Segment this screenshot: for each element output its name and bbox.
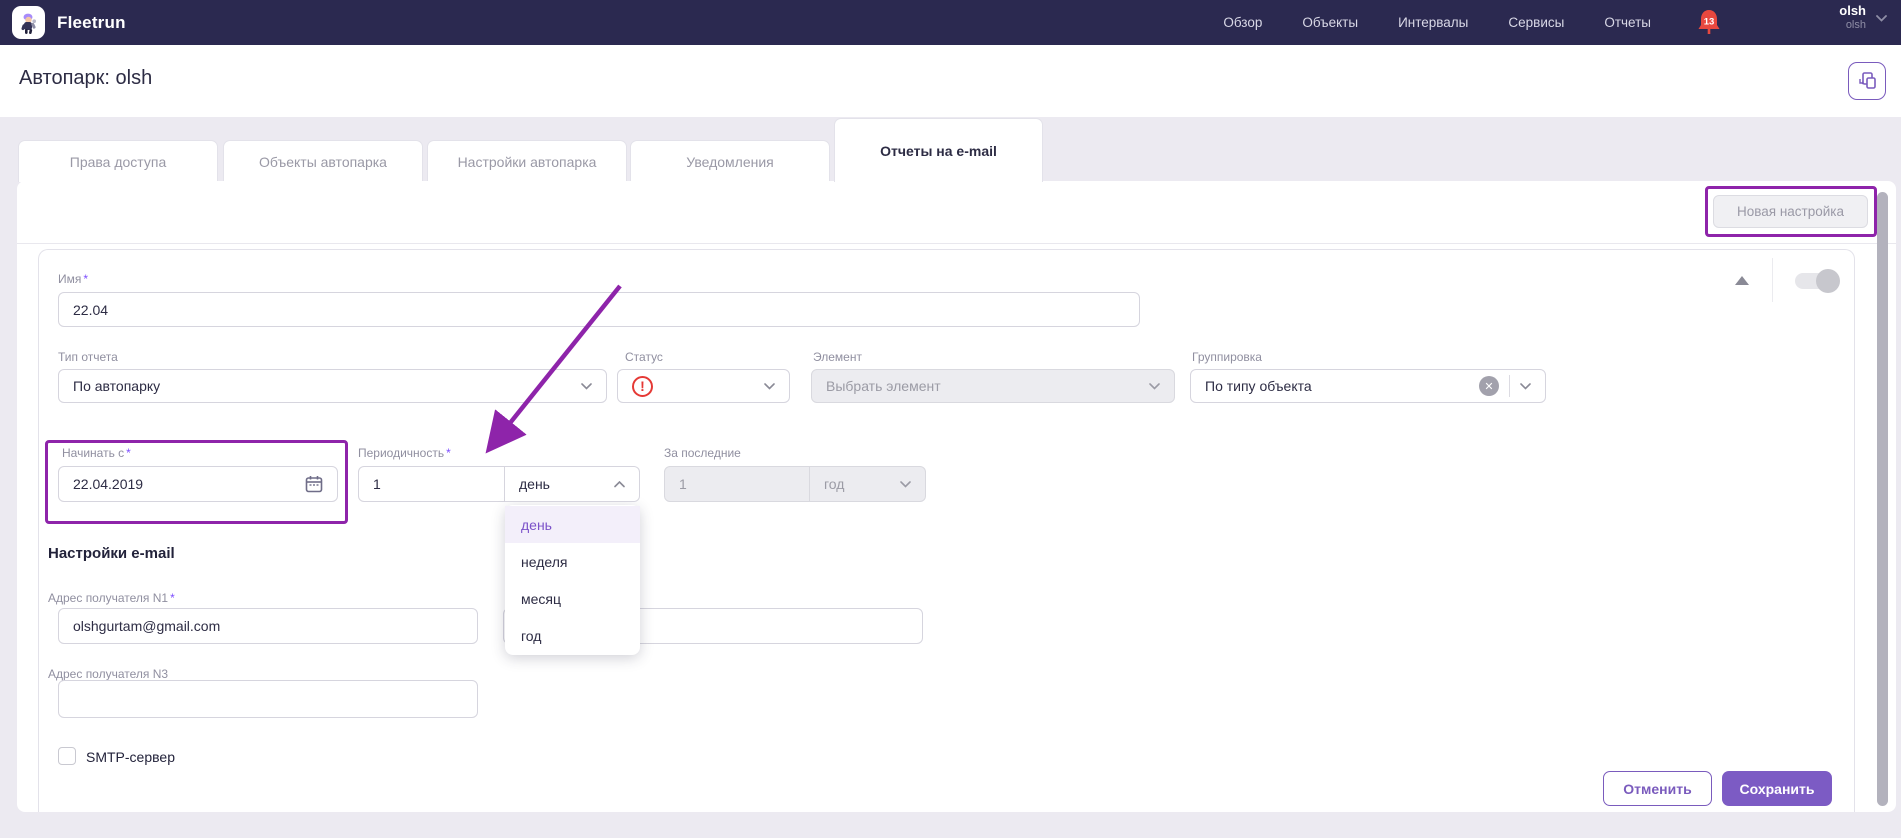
chevron-down-icon (1520, 383, 1531, 390)
new-setting-button[interactable]: Новая настройка (1713, 195, 1868, 228)
element-label: Элемент (813, 350, 862, 364)
header-mini-divider (1772, 258, 1773, 302)
page-title: Автопарк: olsh (19, 67, 152, 90)
setting-enabled-toggle[interactable] (1795, 273, 1837, 289)
clear-icon[interactable]: ✕ (1479, 376, 1499, 396)
dropdown-option-year[interactable]: год (505, 617, 640, 654)
copy-icon (1857, 71, 1877, 91)
recipient1-label: Адрес получателя N1* (48, 591, 175, 605)
chevron-down-icon (581, 383, 592, 390)
report-setting-card (38, 249, 1855, 812)
recipient1-input[interactable] (58, 608, 478, 644)
recipient3-input[interactable] (58, 680, 478, 718)
periodicity-label: Периодичность* (358, 446, 451, 460)
main-menu: Обзор Объекты Интервалы Сервисы Отчеты (1223, 0, 1651, 45)
periodicity-value-input[interactable] (358, 466, 505, 502)
start-from-label: Начинать с* (62, 446, 131, 460)
smtp-label: SMTP-сервер (86, 749, 175, 765)
dropdown-option-month[interactable]: месяц (505, 580, 640, 617)
periodicity-dropdown-menu: день неделя месяц год (505, 505, 640, 655)
user-account: olsh (1839, 18, 1866, 32)
title-bar: Автопарк: olsh (0, 45, 1901, 117)
periodicity-unit-select[interactable]: день (505, 466, 640, 502)
report-type-label: Тип отчета (58, 350, 118, 364)
nav-item-reports[interactable]: Отчеты (1604, 15, 1651, 30)
report-type-value: По автопарку (73, 378, 581, 394)
status-error-icon: ! (632, 376, 653, 397)
for-last-label: За последние (664, 446, 741, 460)
email-settings-heading: Настройки e-mail (48, 545, 175, 562)
grouping-select[interactable]: По типу объекта ✕ (1190, 369, 1546, 403)
mascot-icon (17, 11, 41, 35)
toggle-knob (1816, 269, 1840, 293)
chevron-down-icon (764, 383, 775, 390)
nav-item-services[interactable]: Сервисы (1508, 15, 1564, 30)
for-last-unit-select: год (810, 466, 926, 502)
chevron-down-icon (1149, 383, 1160, 390)
chevron-down-icon (1876, 15, 1887, 22)
grouping-label: Группировка (1192, 350, 1262, 364)
cancel-button[interactable]: Отменить (1603, 771, 1712, 806)
chevron-down-icon (900, 481, 911, 488)
periodicity-unit-value: день (519, 476, 614, 492)
status-select[interactable]: ! (617, 369, 790, 403)
top-navbar: Fleetrun Обзор Объекты Интервалы Сервисы… (0, 0, 1901, 45)
nav-item-intervals[interactable]: Интервалы (1398, 15, 1468, 30)
tab-fleet-settings[interactable]: Настройки автопарка (427, 140, 627, 182)
calendar-icon[interactable] (305, 475, 323, 493)
name-input[interactable] (58, 292, 1140, 327)
app-screen: Fleetrun Обзор Объекты Интервалы Сервисы… (0, 0, 1901, 838)
grouping-value: По типу объекта (1205, 378, 1479, 394)
collapse-icon[interactable] (1735, 276, 1749, 285)
dropdown-option-day[interactable]: день (505, 506, 640, 543)
for-last-unit-value: год (824, 476, 900, 492)
copy-settings-button[interactable] (1848, 62, 1886, 100)
nav-item-objects[interactable]: Объекты (1302, 15, 1358, 30)
brand-name: Fleetrun (57, 0, 126, 45)
report-type-select[interactable]: По автопарку (58, 369, 607, 403)
fleetrun-logo[interactable] (12, 6, 45, 39)
for-last-value-input: 1 (664, 466, 810, 502)
recipient3-label: Адрес получателя N3 (48, 667, 168, 681)
chevron-up-icon (614, 481, 625, 488)
tab-fleet-objects[interactable]: Объекты автопарка (223, 140, 423, 182)
name-label: Имя* (58, 272, 88, 286)
save-button[interactable]: Сохранить (1722, 771, 1832, 806)
vertical-scrollbar[interactable] (1877, 192, 1888, 806)
select-divider (1509, 375, 1510, 397)
dropdown-option-week[interactable]: неделя (505, 543, 640, 580)
smtp-checkbox[interactable] (58, 747, 76, 765)
nav-item-overview[interactable]: Обзор (1223, 15, 1262, 30)
tab-email-reports[interactable]: Отчеты на e-mail (834, 118, 1043, 182)
for-last-value: 1 (679, 476, 795, 492)
toolbar-divider (17, 243, 1896, 244)
user-name: olsh (1839, 4, 1866, 18)
start-from-date-input[interactable]: 22.04.2019 (58, 466, 338, 502)
notifications-bell-icon[interactable]: 13 (1695, 8, 1723, 38)
notifications-count: 13 (1704, 17, 1715, 28)
element-placeholder: Выбрать элемент (826, 378, 1149, 394)
tab-access-rights[interactable]: Права доступа (18, 140, 218, 182)
status-label: Статус (625, 350, 663, 364)
element-select: Выбрать элемент (811, 369, 1175, 403)
tab-notifications[interactable]: Уведомления (630, 140, 830, 182)
start-from-value: 22.04.2019 (73, 476, 305, 492)
user-menu[interactable]: olsh olsh (1839, 4, 1887, 32)
